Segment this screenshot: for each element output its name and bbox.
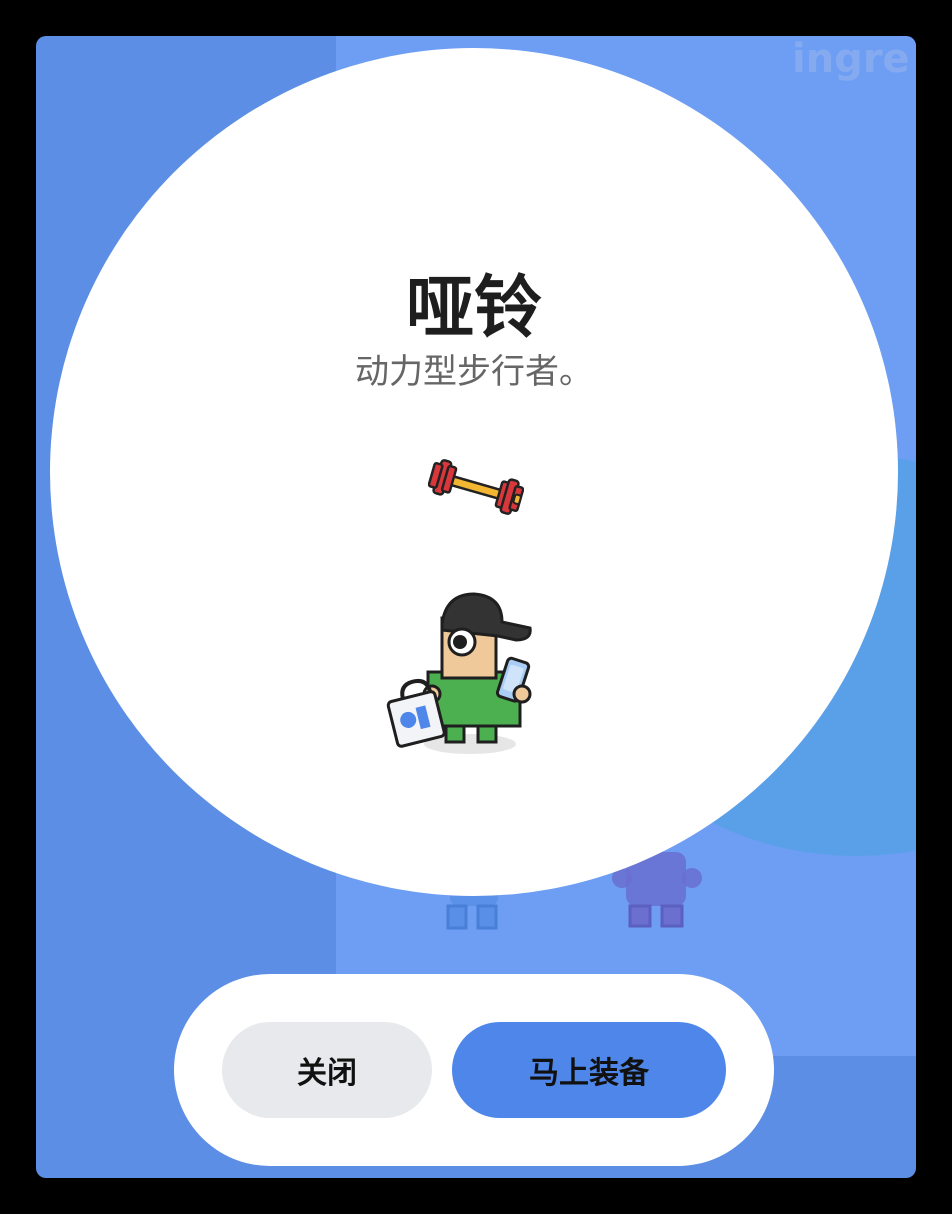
equip-now-button[interactable]: 马上装备 xyxy=(452,1022,726,1118)
close-button[interactable]: 关闭 xyxy=(222,1022,432,1118)
item-title: 哑铃 xyxy=(405,269,542,348)
background-logo: ingre xyxy=(792,36,910,82)
walker-avatar xyxy=(386,592,532,754)
item-subtitle: 动力型步行者。 xyxy=(355,352,593,392)
dumbbell-icon xyxy=(428,459,524,515)
